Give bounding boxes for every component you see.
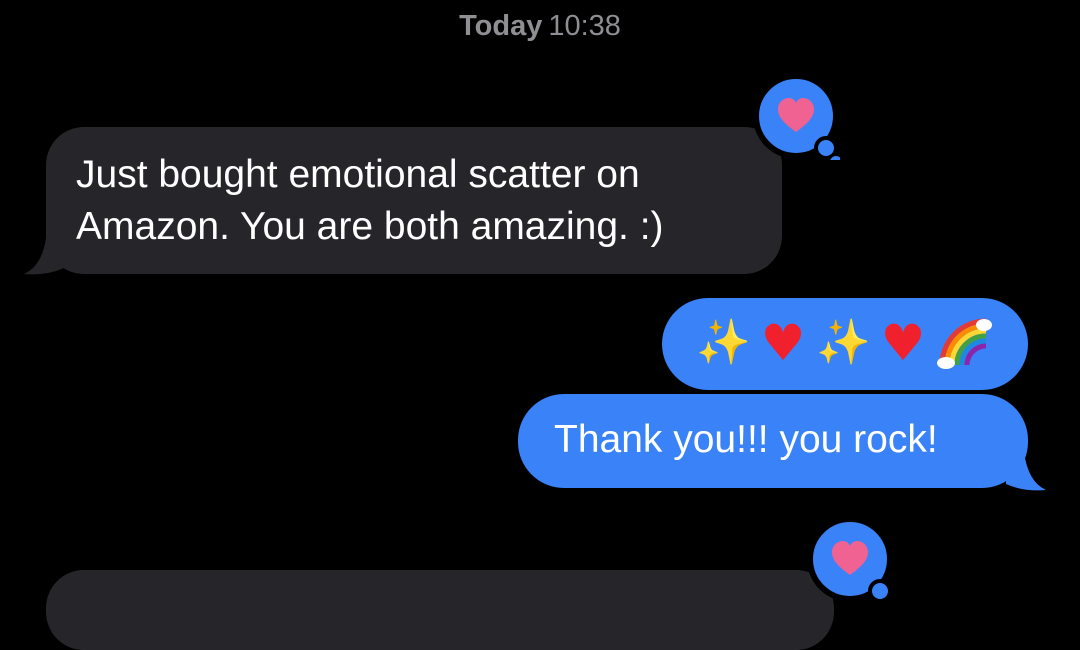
incoming-message-bubble-partial[interactable] (46, 570, 834, 650)
incoming-message-bubble[interactable]: Just bought emotional scatter on Amazon.… (46, 127, 782, 274)
outgoing-emoji-bubble[interactable]: ✨ ♥ ✨ ♥ (662, 298, 1028, 390)
rainbow-icon (937, 318, 992, 369)
red-heart-icon: ♥ (760, 314, 806, 372)
heart-reaction-icon[interactable] (806, 515, 894, 603)
timestamp-time: 10:38 (548, 10, 621, 42)
heart-reaction-icon[interactable] (752, 72, 840, 160)
message-line: Just bought emotional scatter on (76, 153, 640, 196)
red-heart-icon: ♥ (880, 314, 926, 372)
message-line: Amazon. You are both amazing. :) (76, 205, 664, 248)
message-text: Just bought emotional scatter on Amazon.… (76, 149, 664, 253)
timestamp-day: Today (459, 10, 543, 42)
outgoing-message-bubble[interactable]: Thank you!!! you rock! (518, 394, 1028, 488)
message-text: Thank you!!! you rock! (554, 418, 938, 461)
sparkles-icon: ✨ (816, 317, 871, 368)
emoji-row: ✨ ♥ ✨ ♥ (696, 312, 992, 374)
sparkles-icon: ✨ (696, 317, 751, 368)
conversation-timestamp: Today 10:38 (0, 8, 1080, 44)
